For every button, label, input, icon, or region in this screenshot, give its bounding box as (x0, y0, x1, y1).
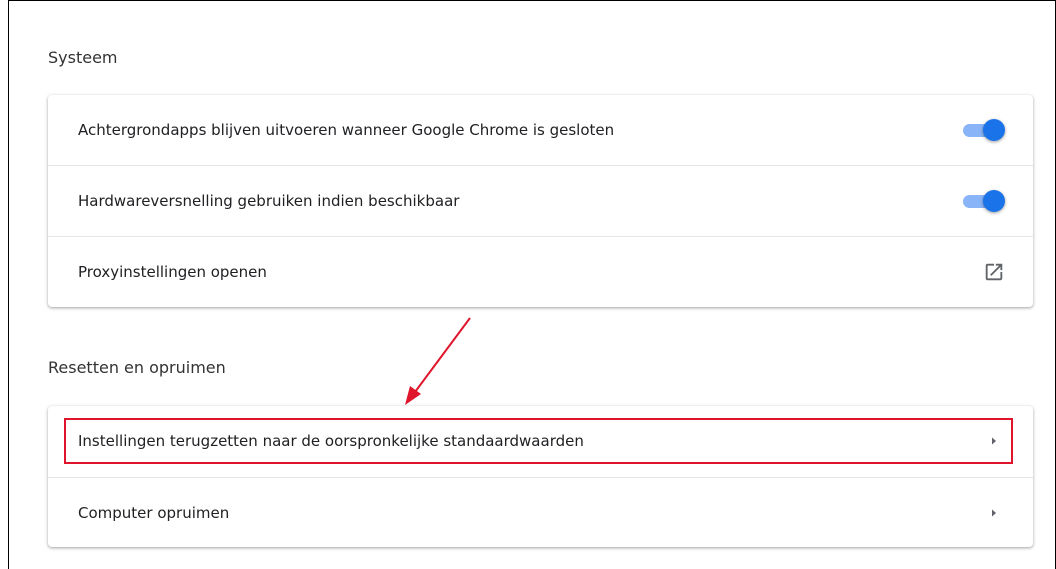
setting-row-proxy[interactable]: Proxyinstellingen openen (48, 236, 1033, 306)
setting-label: Hardwareversnelling gebruiken indien bes… (78, 191, 460, 210)
setting-label: Proxyinstellingen openen (78, 262, 267, 281)
chevron-right-icon (992, 509, 996, 516)
setting-label: Instellingen terugzetten naar de oorspro… (78, 432, 584, 450)
setting-label: Computer opruimen (78, 503, 230, 522)
setting-label: Achtergrondapps blijven uitvoeren wannee… (78, 121, 615, 139)
toggle-knob (983, 189, 1005, 212)
section-title-reset: Resetten en opruimen (48, 358, 226, 377)
setting-row-cleanup-computer[interactable]: Computer opruimen (48, 477, 1033, 547)
toggle-knob (983, 119, 1005, 141)
setting-row-hardware-acceleration[interactable]: Hardwareversnelling gebruiken indien bes… (48, 165, 1033, 235)
open-in-new-icon[interactable] (983, 261, 1005, 283)
setting-row-background-apps[interactable]: Achtergrondapps blijven uitvoeren wannee… (48, 95, 1033, 165)
setting-row-reset-settings[interactable]: Instellingen terugzetten naar de oorspro… (48, 406, 1033, 476)
section-title-systeem: Systeem (48, 48, 118, 67)
chevron-right-icon (992, 437, 996, 445)
reset-card: Instellingen terugzetten naar de oorspro… (48, 406, 1033, 547)
hardware-acceleration-toggle[interactable] (961, 189, 1005, 212)
systeem-card: Achtergrondapps blijven uitvoeren wannee… (48, 95, 1033, 307)
background-apps-toggle[interactable] (961, 119, 1005, 141)
